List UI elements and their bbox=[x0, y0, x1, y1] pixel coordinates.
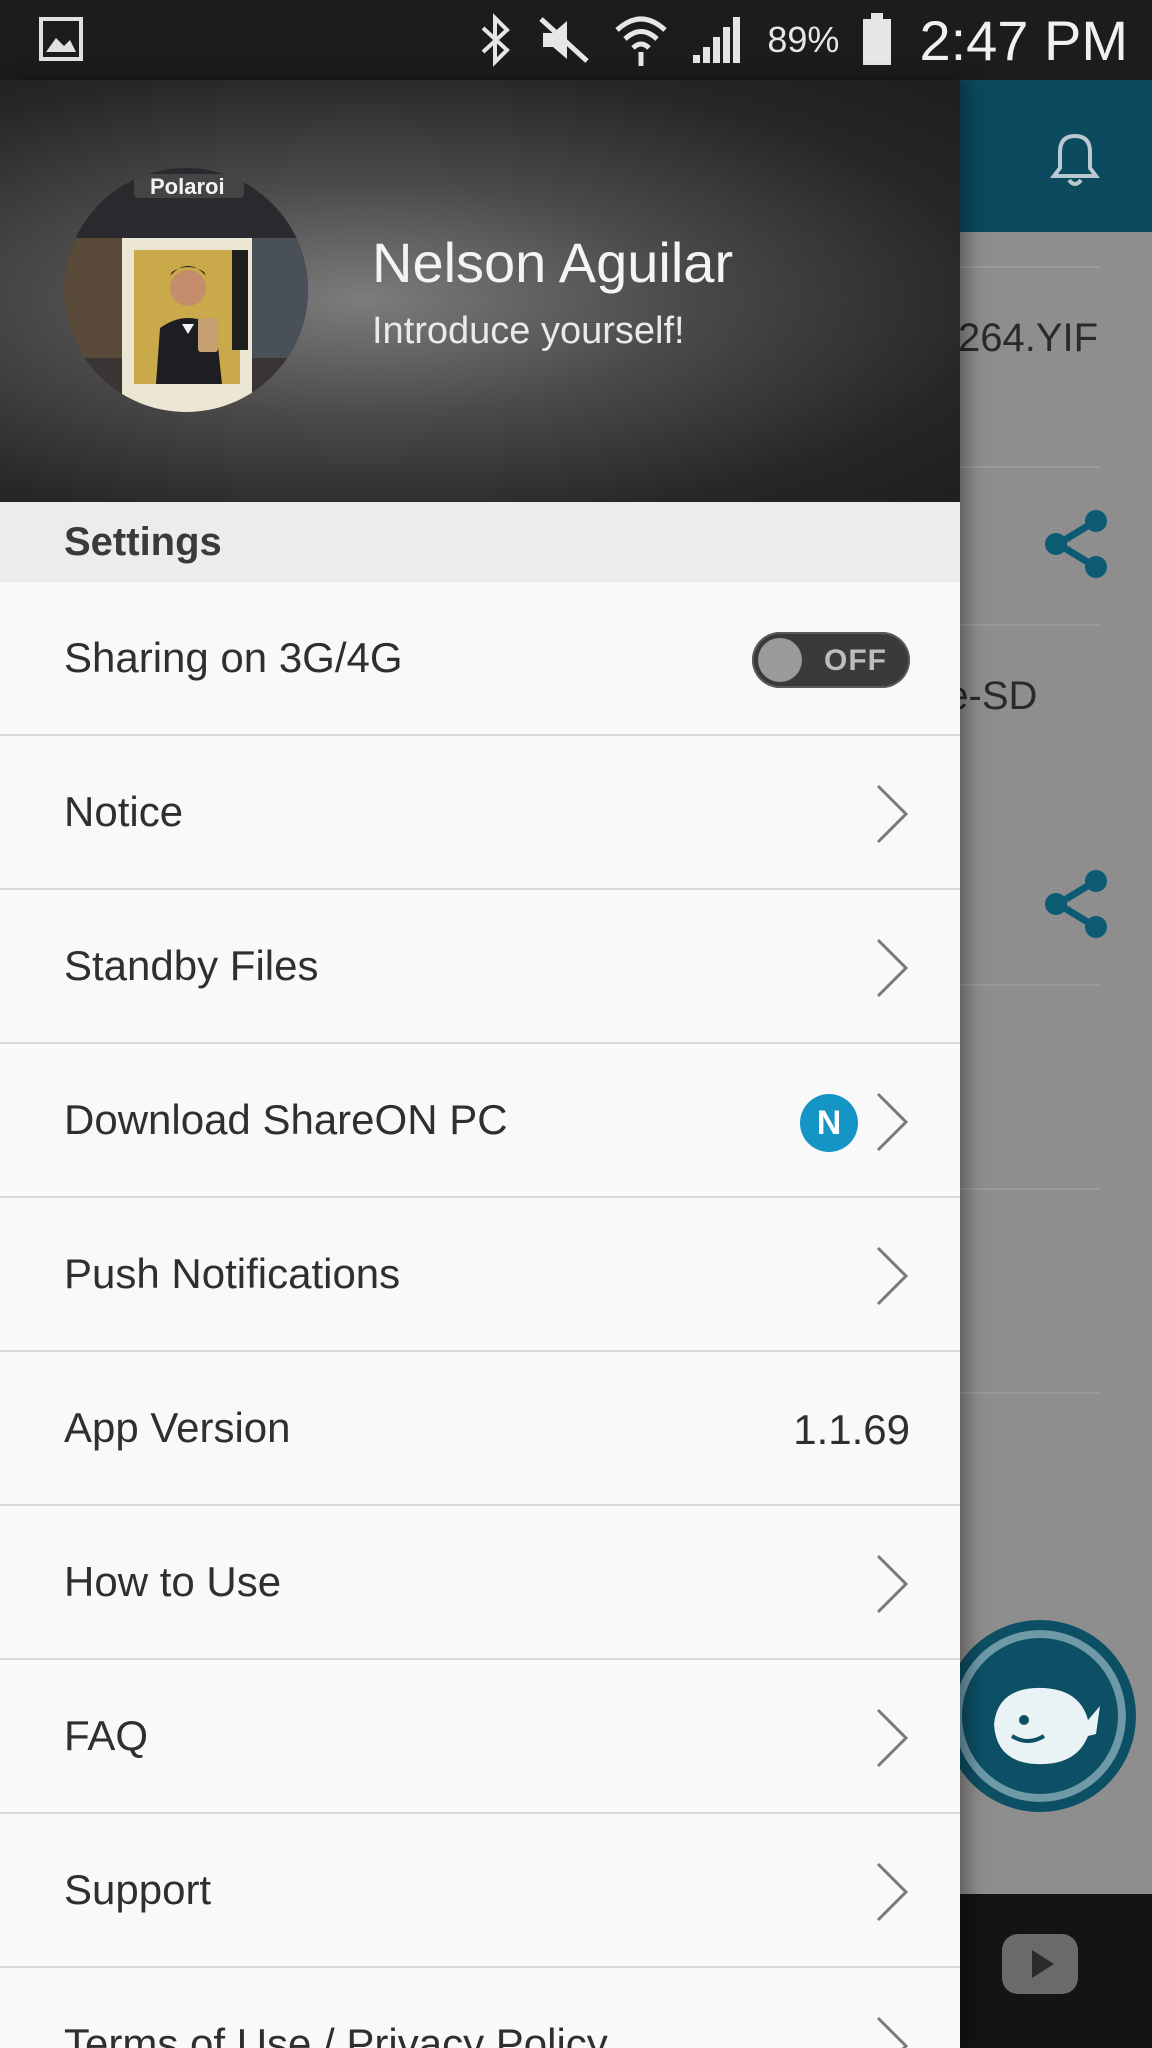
clock: 2:47 PM bbox=[919, 8, 1128, 72]
background-divider bbox=[960, 1188, 1100, 1190]
chevron-right-icon bbox=[876, 938, 909, 998]
sharing-toggle[interactable]: OFF bbox=[752, 632, 910, 688]
background-divider bbox=[960, 624, 1100, 626]
menu-item-support[interactable]: Support bbox=[0, 1814, 960, 1968]
mute-icon bbox=[539, 17, 590, 63]
play-icon bbox=[1002, 1934, 1078, 1994]
profile-tagline[interactable]: Introduce yourself! bbox=[372, 310, 685, 353]
menu-item-label: FAQ bbox=[64, 1712, 149, 1759]
menu-item-app-version: App Version 1.1.69 bbox=[0, 1352, 960, 1506]
menu-item-how-to-use[interactable]: How to Use bbox=[0, 1506, 960, 1660]
chevron-right-icon bbox=[876, 1092, 909, 1152]
menu-item-notice[interactable]: Notice bbox=[0, 736, 960, 890]
background-bottom-bar bbox=[960, 1894, 1152, 2048]
menu-item-push-notifications[interactable]: Push Notifications bbox=[0, 1198, 960, 1352]
avatar-photo: Polaroi bbox=[64, 168, 308, 412]
bell-icon bbox=[1050, 133, 1100, 186]
background-divider bbox=[960, 266, 1100, 268]
menu-item-label: How to Use bbox=[64, 1558, 282, 1605]
app-version-value: 1.1.69 bbox=[793, 1406, 910, 1453]
menu-item-faq[interactable]: FAQ bbox=[0, 1660, 960, 1814]
settings-menu: Sharing on 3G/4G OFF Notice Standby File… bbox=[0, 582, 960, 2048]
chevron-right-icon bbox=[876, 784, 909, 844]
menu-item-standby-files[interactable]: Standby Files bbox=[0, 890, 960, 1044]
battery-icon bbox=[863, 13, 892, 65]
svg-text:Polaroi: Polaroi bbox=[150, 174, 225, 199]
whale-icon bbox=[994, 1687, 1100, 1765]
avatar[interactable]: Polaroi bbox=[64, 168, 308, 412]
signal-icon bbox=[693, 17, 741, 63]
chevron-right-icon bbox=[876, 1862, 909, 1922]
menu-item-label: Terms of Use / Privacy Policy bbox=[64, 2020, 608, 2048]
wifi-icon bbox=[615, 16, 668, 66]
whale-fab-button bbox=[944, 1620, 1136, 1812]
background-item-text: 264.YIF bbox=[958, 316, 1099, 360]
chevron-right-icon bbox=[876, 1554, 909, 1614]
toggle-knob bbox=[758, 638, 802, 682]
menu-item-sharing-3g-4g[interactable]: Sharing on 3G/4G OFF bbox=[0, 582, 960, 736]
bluetooth-icon bbox=[482, 13, 511, 67]
menu-item-label: Push Notifications bbox=[64, 1250, 401, 1297]
profile-header: Polaroi Nelson Aguilar Introduce yoursel… bbox=[0, 80, 960, 502]
profile-name: Nelson Aguilar bbox=[372, 231, 734, 294]
menu-item-label: Notice bbox=[64, 788, 184, 835]
status-bar: 89% 2:47 PM bbox=[0, 0, 1152, 80]
new-badge: N bbox=[800, 1094, 858, 1152]
background-divider bbox=[960, 984, 1100, 986]
share-icon bbox=[1045, 510, 1107, 578]
menu-item-label: Sharing on 3G/4G bbox=[64, 634, 403, 681]
share-icon bbox=[1045, 870, 1107, 938]
toggle-state: OFF bbox=[824, 644, 887, 677]
menu-item-label: App Version bbox=[64, 1404, 291, 1451]
menu-item-label: Support bbox=[64, 1866, 212, 1913]
menu-item-label: Standby Files bbox=[64, 942, 319, 989]
menu-item-download-shareon-pc[interactable]: Download ShareON PC N bbox=[0, 1044, 960, 1198]
gallery-icon bbox=[39, 17, 83, 61]
background-divider bbox=[960, 466, 1100, 468]
chevron-right-icon bbox=[876, 2016, 909, 2048]
menu-item-label: Download ShareON PC bbox=[64, 1096, 508, 1143]
battery-percent: 89% bbox=[767, 19, 840, 60]
chevron-right-icon bbox=[876, 1246, 909, 1306]
navigation-drawer: Polaroi Nelson Aguilar Introduce yoursel… bbox=[0, 80, 960, 2048]
background-divider bbox=[960, 1392, 1100, 1394]
menu-item-terms-privacy[interactable]: Terms of Use / Privacy Policy bbox=[0, 1968, 960, 2048]
status-icons: 89% 2:47 PM bbox=[475, 0, 1128, 80]
chevron-right-icon bbox=[876, 1708, 909, 1768]
settings-section-header: Settings bbox=[0, 502, 960, 582]
